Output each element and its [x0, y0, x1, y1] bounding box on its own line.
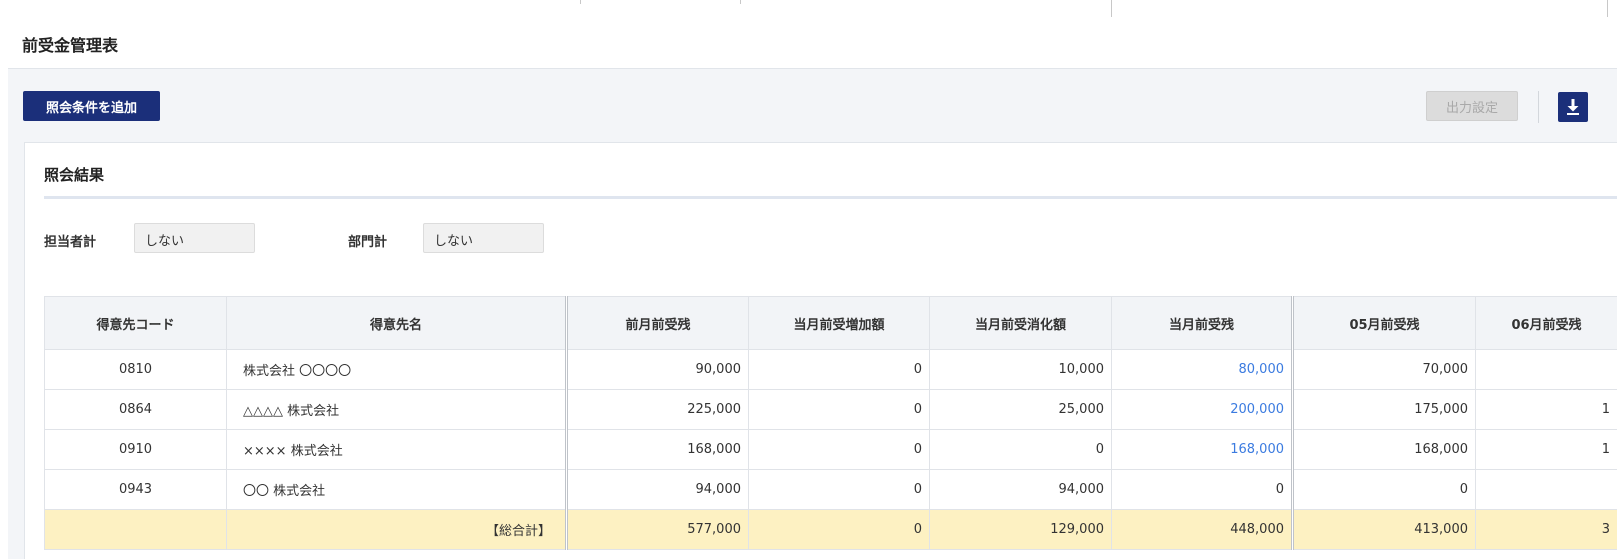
cell-total-june-balance: 3 — [1475, 509, 1617, 550]
cell-current-balance: 0 — [1111, 469, 1294, 510]
cell-prev-balance: 94,000 — [566, 469, 749, 510]
cell-may-balance: 175,000 — [1292, 389, 1476, 430]
column-header-june-balance[interactable]: 06月前受残 — [1475, 296, 1617, 350]
column-header-may-balance[interactable]: 05月前受残 — [1292, 296, 1476, 350]
cell-consumed: 94,000 — [929, 469, 1112, 510]
cell-increase: 0 — [748, 429, 930, 470]
cell-may-balance: 0 — [1292, 469, 1476, 510]
cell-total-may-balance: 413,000 — [1292, 509, 1476, 550]
cell-prev-balance: 168,000 — [566, 429, 749, 470]
cell-customer-code: 0864 — [44, 389, 227, 430]
cell-may-balance: 168,000 — [1292, 429, 1476, 470]
cell-current-balance-link[interactable]: 168,000 — [1111, 429, 1294, 470]
column-header-consumed[interactable]: 当月前受消化額 — [929, 296, 1112, 350]
cell-customer-name: △△△△ 株式会社 — [226, 389, 568, 430]
column-header-prev-balance[interactable]: 前月前受残 — [566, 296, 749, 350]
column-header-increase[interactable]: 当月前受増加額 — [748, 296, 930, 350]
cell-total-prev-balance: 577,000 — [566, 509, 749, 550]
cell-total-current-balance: 448,000 — [1111, 509, 1294, 550]
cell-june-balance — [1475, 469, 1617, 510]
cell-prev-balance: 90,000 — [566, 349, 749, 390]
cell-june-balance: 1 — [1475, 389, 1617, 430]
add-condition-button[interactable]: 照会条件を追加 — [23, 91, 160, 121]
section-divider — [44, 196, 1617, 199]
top-tick — [580, 0, 581, 4]
cell-customer-name: 〇〇 株式会社 — [226, 469, 568, 510]
download-icon — [1567, 99, 1579, 115]
result-table: 得意先コード 得意先名 前月前受残 当月前受増加額 当月前受消化額 当月前受残 … — [44, 296, 1617, 550]
download-button[interactable] — [1558, 92, 1588, 122]
page-title: 前受金管理表 — [22, 36, 119, 55]
cell-prev-balance: 225,000 — [566, 389, 749, 430]
filter-value-department-total[interactable]: しない — [423, 223, 544, 253]
table-row[interactable]: 0864 △△△△ 株式会社 225,000 0 25,000 200,000 … — [44, 389, 1617, 430]
top-divider — [1607, 0, 1608, 17]
table-header-row: 得意先コード 得意先名 前月前受残 当月前受増加額 当月前受消化額 当月前受残 … — [44, 296, 1617, 350]
top-divider — [1111, 0, 1112, 17]
cell-total-consumed: 129,000 — [929, 509, 1112, 550]
cell-increase: 0 — [748, 469, 930, 510]
cell-customer-name: ×××× 株式会社 — [226, 429, 568, 470]
cell-june-balance: 1 — [1475, 429, 1617, 470]
filter-value-person-total[interactable]: しない — [134, 223, 255, 253]
table-row[interactable]: 0943 〇〇 株式会社 94,000 0 94,000 0 0 — [44, 469, 1617, 510]
column-header-customer-code[interactable]: 得意先コード — [44, 296, 227, 350]
result-section-title: 照会結果 — [44, 166, 105, 184]
cell-increase: 0 — [748, 349, 930, 390]
cell-consumed: 25,000 — [929, 389, 1112, 430]
top-tick — [740, 0, 741, 4]
top-strip — [0, 0, 1617, 22]
cell-current-balance-link[interactable]: 200,000 — [1111, 389, 1294, 430]
table-row[interactable]: 0810 株式会社 〇〇〇〇 90,000 0 10,000 80,000 70… — [44, 349, 1617, 390]
cell-consumed: 0 — [929, 429, 1112, 470]
cell-june-balance — [1475, 349, 1617, 390]
cell-may-balance: 70,000 — [1292, 349, 1476, 390]
cell-customer-code: 0910 — [44, 429, 227, 470]
table-row[interactable]: 0910 ×××× 株式会社 168,000 0 0 168,000 168,0… — [44, 429, 1617, 470]
output-settings-button[interactable]: 出力設定 — [1426, 91, 1518, 121]
cell-customer-name: 株式会社 〇〇〇〇 — [226, 349, 568, 390]
cell-total-empty — [44, 509, 227, 550]
toolbar-separator — [1538, 91, 1539, 123]
filter-label-department-total: 部門計 — [348, 235, 388, 250]
cell-customer-code: 0943 — [44, 469, 227, 510]
filter-label-person-total: 担当者計 — [44, 235, 97, 250]
cell-current-balance-link[interactable]: 80,000 — [1111, 349, 1294, 390]
cell-total-increase: 0 — [748, 509, 930, 550]
cell-customer-code: 0810 — [44, 349, 227, 390]
column-header-current-balance[interactable]: 当月前受残 — [1111, 296, 1294, 350]
cell-consumed: 10,000 — [929, 349, 1112, 390]
column-header-customer-name[interactable]: 得意先名 — [226, 296, 568, 350]
cell-increase: 0 — [748, 389, 930, 430]
table-total-row: 【総合計】 577,000 0 129,000 448,000 413,000 … — [44, 509, 1617, 550]
cell-total-label: 【総合計】 — [226, 509, 568, 550]
